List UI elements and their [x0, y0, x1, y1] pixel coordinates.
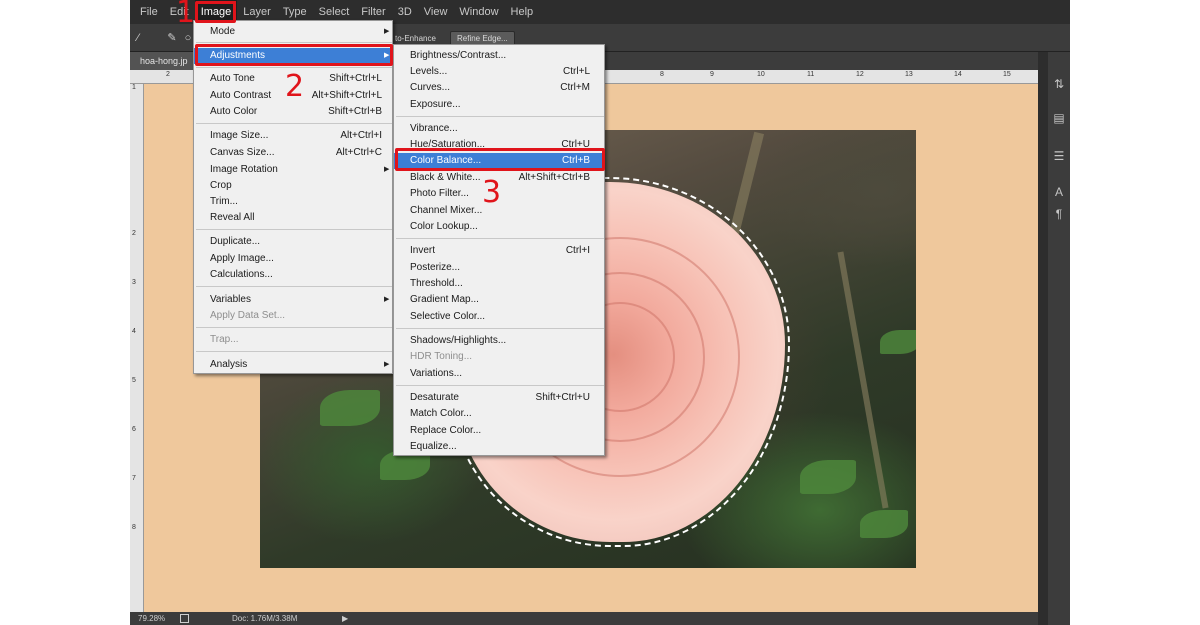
menu-item-curves[interactable]: Curves... Ctrl+M	[394, 80, 604, 96]
ruler-label: 3	[132, 279, 136, 286]
menu-item-apply-image[interactable]: Apply Image...	[194, 251, 392, 267]
leaf-shape	[320, 390, 380, 426]
menu-separator	[196, 42, 392, 43]
menu-separator	[196, 67, 392, 68]
menu-item-match-color[interactable]: Match Color...	[394, 406, 604, 422]
ruler-label: 10	[757, 71, 765, 78]
character-icon[interactable]: A	[1051, 184, 1067, 200]
doc-size: Doc: 1.76M/3.38M	[232, 614, 298, 623]
leaf-shape	[800, 460, 856, 494]
menu-item-hdr-toning: HDR Toning...	[410, 351, 473, 362]
history-icon[interactable]: ⇅	[1051, 76, 1067, 92]
ruler-label: 13	[905, 71, 913, 78]
vertical-ruler: 1 2 3 4 5 6 7 8	[130, 84, 144, 612]
menu-item-variations[interactable]: Variations...	[394, 366, 604, 382]
ruler-label: 2	[132, 230, 136, 237]
menu-item-variables[interactable]: Variables ▶	[194, 292, 392, 308]
menu-item-mode[interactable]: Mode ▶	[194, 24, 392, 40]
menu-3d[interactable]: 3D	[392, 0, 418, 24]
menu-item-exposure[interactable]: Exposure...	[394, 97, 604, 113]
ruler-label: 7	[132, 475, 136, 482]
menu-item-equalize[interactable]: Equalize...	[394, 439, 604, 455]
menu-item-threshold[interactable]: Threshold...	[394, 276, 604, 292]
menu-view[interactable]: View	[418, 0, 454, 24]
menu-item-calculations[interactable]: Calculations...	[194, 267, 392, 283]
callout-box-image-menu	[195, 1, 236, 23]
menu-item-replace-color[interactable]: Replace Color...	[394, 423, 604, 439]
photoshop-window: File Edit Image Layer Type Select Filter…	[130, 0, 1070, 625]
callout-box-color-balance	[395, 148, 605, 171]
ruler-label: 9	[710, 71, 714, 78]
properties-icon[interactable]: ▤	[1051, 110, 1067, 126]
menu-item-shadows-highlights[interactable]: Shadows/Highlights...	[394, 333, 604, 349]
document-tab[interactable]: hoa-hong.jp	[130, 52, 193, 70]
menu-item-auto-color[interactable]: Auto Color Shift+Ctrl+B	[194, 104, 392, 120]
callout-number-1: 1	[176, 0, 196, 30]
menu-item-levels[interactable]: Levels... Ctrl+L	[394, 64, 604, 80]
ruler-label: 5	[132, 377, 136, 384]
ruler-label: 15	[1003, 71, 1011, 78]
menu-separator	[196, 327, 392, 328]
menu-window[interactable]: Window	[453, 0, 504, 24]
menu-item-gradient-map[interactable]: Gradient Map...	[394, 292, 604, 308]
menu-item-invert[interactable]: Invert Ctrl+I	[394, 243, 604, 259]
menu-item-analysis[interactable]: Analysis ▶	[194, 357, 392, 373]
callout-number-2: 2	[285, 69, 305, 104]
menu-separator	[396, 238, 604, 239]
export-icon[interactable]	[180, 614, 189, 623]
ruler-label: 8	[132, 524, 136, 531]
menu-item-color-lookup[interactable]: Color Lookup...	[394, 219, 604, 235]
callout-number-3: 3	[482, 175, 502, 210]
zoom-level[interactable]: 79.28%	[138, 612, 165, 625]
menu-item-duplicate[interactable]: Duplicate...	[194, 234, 392, 250]
menu-separator	[196, 123, 392, 124]
paragraph-icon[interactable]: ¶	[1051, 206, 1067, 222]
status-bar: 79.28% Doc: 1.76M/3.38M ▶	[130, 612, 1038, 625]
menu-item-apply-data-set: Apply Data Set...	[210, 310, 286, 321]
ruler-label: 2	[166, 71, 170, 78]
ruler-label: 11	[807, 71, 815, 78]
status-menu-arrow-icon[interactable]: ▶	[342, 612, 348, 625]
brush-icon[interactable]: ✎	[164, 31, 180, 45]
tool-preset-icon[interactable]: ⁄	[130, 31, 146, 45]
menu-separator	[396, 385, 604, 386]
ruler-label: 8	[660, 71, 664, 78]
menu-separator	[196, 229, 392, 230]
ruler-label: 14	[954, 71, 962, 78]
menu-item-trap: Trap...	[210, 334, 239, 345]
menu-separator	[396, 328, 604, 329]
menu-help[interactable]: Help	[505, 0, 540, 24]
menu-item-trim[interactable]: Trim...	[194, 194, 392, 210]
menu-item-vibrance[interactable]: Vibrance...	[394, 121, 604, 137]
ruler-label: 1	[132, 84, 136, 91]
menu-item-selective-color[interactable]: Selective Color...	[394, 309, 604, 325]
menu-item-crop[interactable]: Crop	[194, 178, 392, 194]
callout-box-adjustments	[195, 44, 393, 66]
menu-item-image-rotation[interactable]: Image Rotation ▶	[194, 162, 392, 178]
menu-item-posterize[interactable]: Posterize...	[394, 260, 604, 276]
menu-item-image-size[interactable]: Image Size... Alt+Ctrl+I	[194, 128, 392, 144]
leaf-shape	[860, 510, 908, 538]
menu-item-desaturate[interactable]: Desaturate Shift+Ctrl+U	[394, 390, 604, 406]
leaf-shape	[880, 330, 916, 354]
ruler-label: 4	[132, 328, 136, 335]
menu-separator	[196, 286, 392, 287]
ruler-label: 12	[856, 71, 864, 78]
menu-file[interactable]: File	[134, 0, 164, 24]
panel-divider	[1038, 52, 1048, 625]
menu-item-brightness-contrast[interactable]: Brightness/Contrast...	[394, 48, 604, 64]
right-panel-dock: ⇅ ▤ ☰ A ¶	[1048, 52, 1070, 625]
menu-separator	[196, 351, 392, 352]
adjustments-submenu: Brightness/Contrast... Levels... Ctrl+L C…	[393, 44, 605, 456]
ruler-label: 6	[132, 426, 136, 433]
menu-item-canvas-size[interactable]: Canvas Size... Alt+Ctrl+C	[194, 145, 392, 161]
adjust-sliders-icon[interactable]: ☰	[1051, 148, 1067, 164]
menu-separator	[396, 116, 604, 117]
menu-item-reveal-all[interactable]: Reveal All	[194, 210, 392, 226]
